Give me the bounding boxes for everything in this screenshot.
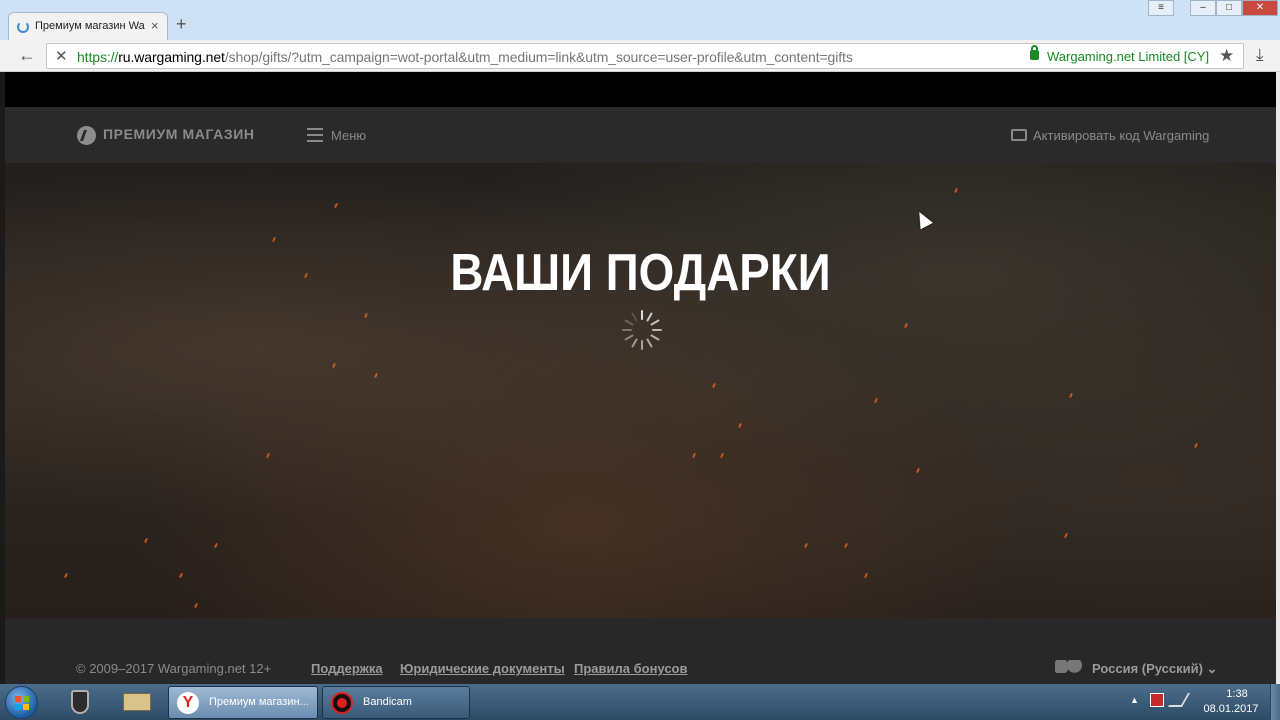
action-center-flag-icon[interactable] [1150,693,1164,707]
top-bar [5,72,1276,107]
browser-tab[interactable]: Премиум магазин Wa × [8,12,168,42]
network-icon[interactable] [1167,693,1191,707]
lock-icon[interactable] [1030,45,1039,60]
address-bar[interactable]: ✕ https://ru.wargaming.net/shop/gifts/?u… [46,43,1244,69]
browser-menu-icon[interactable]: ≡ [1148,0,1174,16]
file-explorer-icon[interactable] [116,687,156,717]
tray-expand-icon[interactable]: ▲ [1130,695,1139,705]
download-icon[interactable]: ⤓ [1256,45,1264,65]
taskbar-item-browser[interactable]: Y Премиум магазин... [168,686,318,719]
show-desktop-button[interactable] [1270,684,1280,720]
browser-titlebar: Премиум магазин Wa × + ≡ – □ ✕ [0,0,1280,42]
logo-text[interactable]: ПРЕМИУМ МАГАЗИН [103,126,255,142]
support-link[interactable]: Поддержка [311,661,383,676]
new-tab-button[interactable]: + [176,14,187,35]
activate-code-link[interactable]: Активировать код Wargaming [1033,128,1209,143]
window-close-icon[interactable]: ✕ [1242,0,1278,16]
taskbar: Y Премиум магазин... Bandicam ▲ 1:38 08.… [0,684,1280,720]
url-text[interactable]: https://ru.wargaming.net/shop/gifts/?utm… [77,49,853,65]
clock-date[interactable]: 08.01.2017 [1200,703,1262,715]
certificate-label[interactable]: Wargaming.net Limited [CY] [1047,49,1209,64]
site-navbar: ПРЕМИУМ МАГАЗИН Меню Активировать код Wa… [5,107,1276,163]
chevron-down-icon: ⌄ [1206,661,1218,676]
legal-documents-link[interactable]: Юридические документы [400,661,565,676]
start-button[interactable] [5,686,38,719]
world-map-icon[interactable] [1055,660,1085,673]
keyboard-icon[interactable] [1011,129,1027,141]
copyright-text: © 2009–2017 Wargaming.net 12+ [76,661,272,676]
url-path: /shop/gifts/?utm_campaign=wot-portal&utm… [224,49,853,65]
taskbar-item-bandicam[interactable]: Bandicam [322,686,470,719]
maximize-icon[interactable]: □ [1216,0,1242,16]
scrollbar[interactable] [1276,72,1280,684]
clock-time[interactable]: 1:38 [1212,688,1262,700]
menu-button[interactable]: Меню [331,128,366,143]
back-arrow-icon[interactable]: ← [18,45,36,66]
wargaming-logo-icon[interactable] [77,126,96,145]
hamburger-menu-icon[interactable] [307,128,323,142]
yandex-browser-icon: Y [177,692,199,714]
browser-toolbar: ← ✕ https://ru.wargaming.net/shop/gifts/… [0,40,1280,72]
loading-spinner-icon [620,308,664,352]
region-selector[interactable]: Россия (Русский) ⌄ [1092,661,1217,677]
region-label: Россия (Русский) [1092,661,1203,676]
url-host: ru.wargaming.net [118,49,225,65]
record-icon [331,692,353,714]
page-title: ВАШИ ПОДАРКИ [450,244,831,302]
world-of-tanks-icon[interactable] [60,687,100,717]
tab-close-icon[interactable]: × [151,18,159,33]
stop-icon[interactable]: ✕ [55,47,68,65]
loading-spinner-icon [17,21,29,33]
bonus-rules-link[interactable]: Правила бонусов [574,661,688,676]
hero-section: ВАШИ ПОДАРКИ [5,163,1276,618]
minimize-icon[interactable]: – [1190,0,1216,16]
taskbar-item-label: Премиум магазин... [209,696,309,708]
taskbar-item-label: Bandicam [363,696,412,708]
site-footer: © 2009–2017 Wargaming.net 12+ Поддержка … [5,618,1276,684]
star-icon[interactable]: ★ [1219,46,1234,66]
tab-title: Премиум магазин Wa [35,20,145,32]
url-scheme: https:// [77,49,119,65]
